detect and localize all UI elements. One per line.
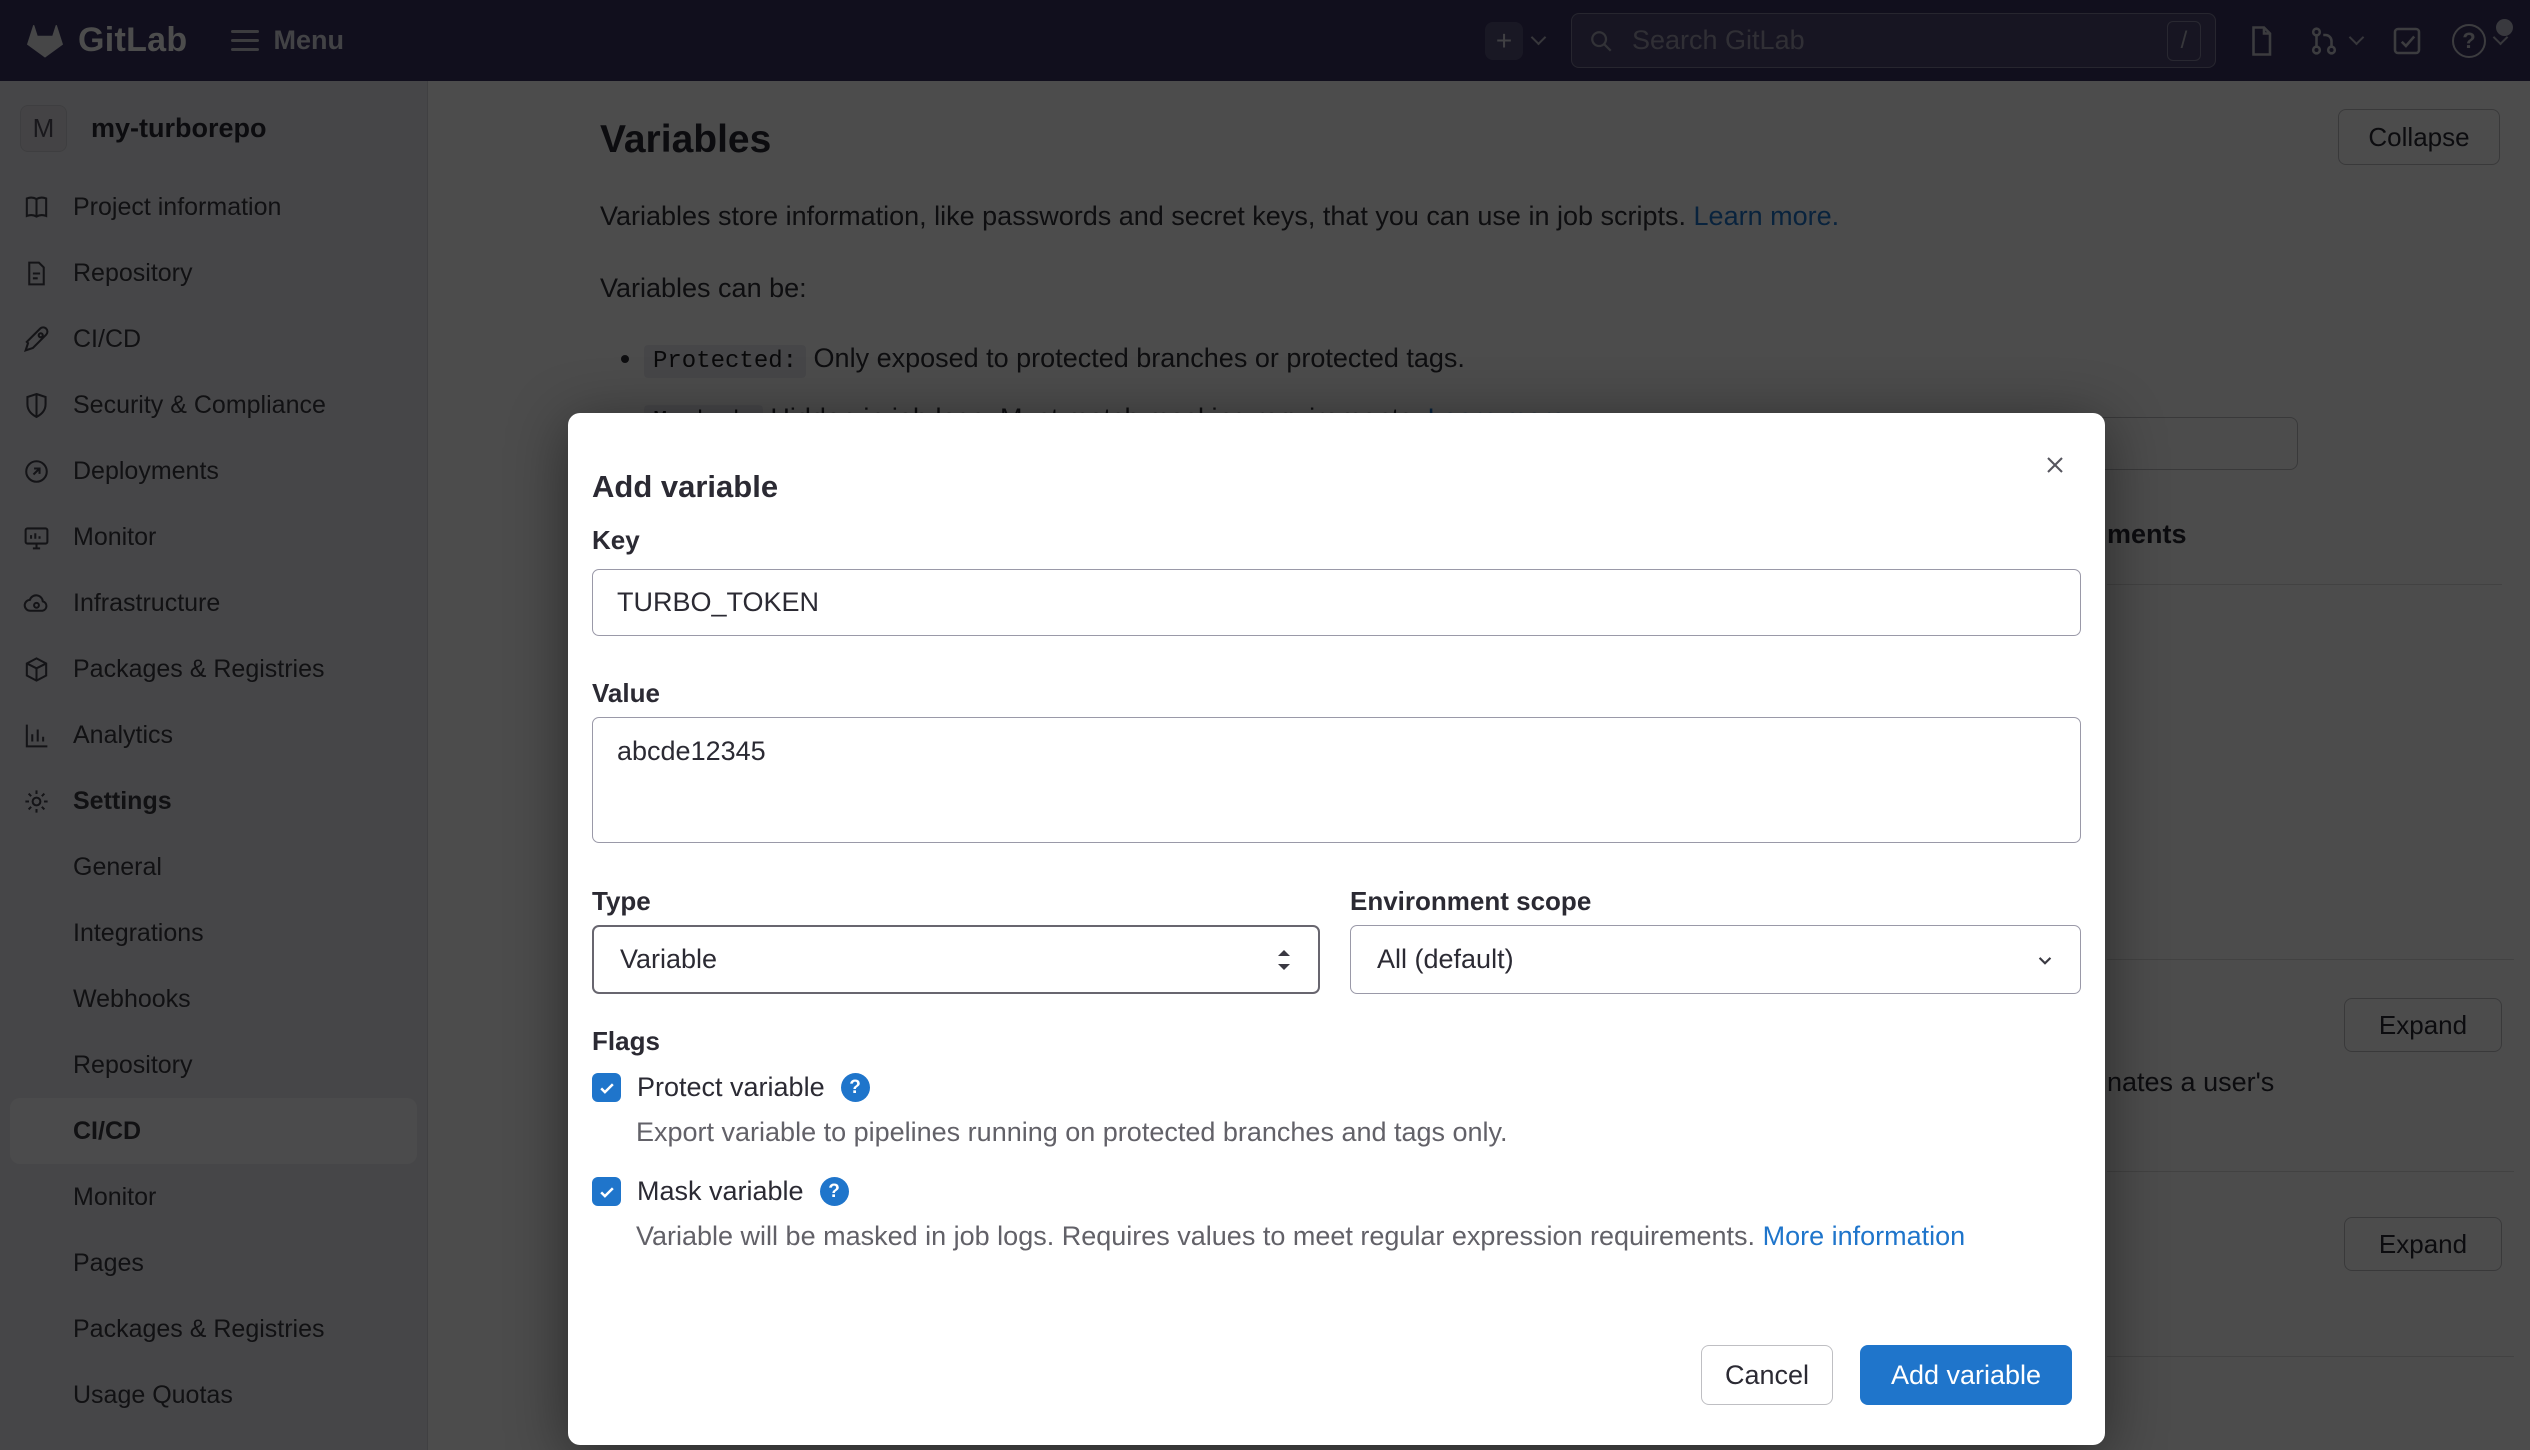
type-select-value: Variable [620,944,717,975]
checkmark-icon [597,1078,617,1098]
close-button[interactable] [2035,445,2075,485]
modal-title: Add variable [592,469,778,505]
key-input[interactable] [592,569,2081,636]
checkmark-icon [597,1182,617,1202]
cancel-button[interactable]: Cancel [1701,1345,1833,1405]
environment-scope-select[interactable]: All (default) [1350,925,2081,994]
select-updown-icon [1272,945,1296,975]
protect-variable-label: Protect variable [637,1072,825,1103]
help-question-icon[interactable] [820,1177,849,1206]
mask-variable-checkbox[interactable] [592,1177,621,1206]
app-root: GitLab Menu + / [0,0,2530,1450]
flags-label: Flags [592,1026,660,1057]
protect-variable-checkbox[interactable] [592,1073,621,1102]
protect-variable-row: Protect variable [592,1072,870,1103]
type-select[interactable]: Variable [592,925,1320,994]
add-variable-button[interactable]: Add variable [1860,1345,2072,1405]
mask-desc-text: Variable will be masked in job logs. Req… [636,1221,1755,1251]
value-textarea[interactable]: abcde12345 [592,717,2081,843]
type-label: Type [592,886,651,917]
protect-variable-description: Export variable to pipelines running on … [636,1115,2048,1150]
add-variable-modal: Add variable Key Value abcde12345 Type V… [568,413,2105,1445]
close-icon [2041,450,2069,480]
chevron-down-icon [2032,947,2058,973]
mask-variable-row: Mask variable [592,1176,849,1207]
scope-select-value: All (default) [1377,944,1514,975]
help-question-icon[interactable] [841,1073,870,1102]
value-label: Value [592,678,660,709]
key-label: Key [592,525,640,556]
mask-variable-label: Mask variable [637,1176,804,1207]
more-information-link[interactable]: More information [1763,1221,1966,1251]
mask-variable-description: Variable will be masked in job logs. Req… [636,1219,2048,1254]
scope-label: Environment scope [1350,886,1591,917]
